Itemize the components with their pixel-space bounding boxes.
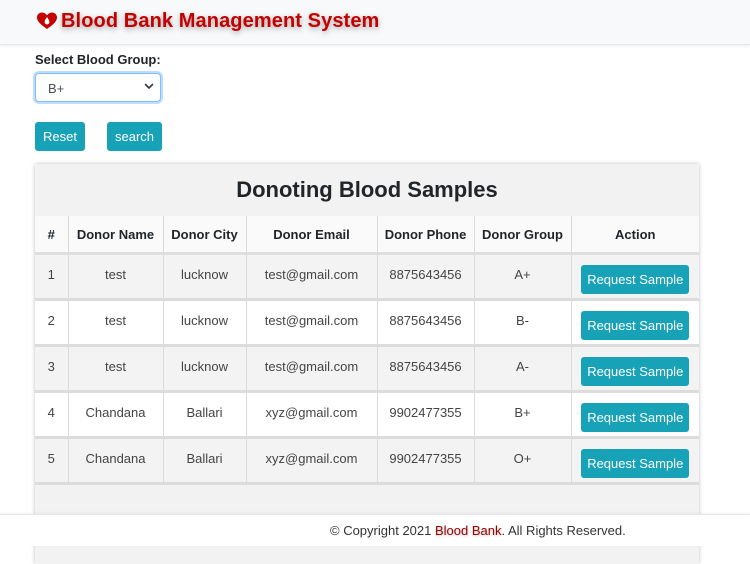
donor-city: Ballari	[163, 437, 247, 485]
app-title: Blood Bank Management System	[61, 9, 380, 32]
column-header: Action	[571, 216, 699, 255]
copyright-text: © Copyright 2021 Blood Bank. All Rights …	[330, 523, 626, 538]
search-button[interactable]: search	[107, 122, 162, 151]
navbar: Blood Bank Management System	[0, 0, 750, 45]
donor-group: A+	[474, 253, 572, 301]
action-cell: Request Sample	[571, 299, 699, 347]
table-row: 1 test lucknow test@gmail.com 8875643456…	[35, 253, 699, 301]
table-title: Donoting Blood Samples	[35, 164, 699, 217]
donor-name: test	[68, 299, 164, 347]
donor-city: lucknow	[163, 299, 247, 347]
donor-email: test@gmail.com	[246, 253, 378, 301]
table-row: 5 Chandana Ballari xyz@gmail.com 9902477…	[35, 437, 699, 485]
chevron-down-icon	[144, 83, 154, 89]
action-cell: Request Sample	[571, 253, 699, 301]
column-header: Donor Name	[68, 216, 164, 255]
blood-group-select[interactable]: B+	[35, 73, 161, 102]
footer-brand-link[interactable]: Blood Bank	[435, 523, 502, 538]
reset-button[interactable]: Reset	[35, 122, 85, 151]
request-sample-button[interactable]: Request Sample	[581, 357, 690, 386]
request-sample-button[interactable]: Request Sample	[581, 311, 690, 340]
donor-phone: 8875643456	[377, 299, 475, 347]
donor-table: # Donor Name Donor City Donor Email Dono…	[35, 216, 699, 485]
action-cell: Request Sample	[571, 345, 699, 393]
donor-city: Ballari	[163, 391, 247, 439]
donor-name: Chandana	[68, 391, 164, 439]
blood-group-selected-value: B+	[48, 81, 65, 96]
donor-group: B+	[474, 391, 572, 439]
donor-email: xyz@gmail.com	[246, 391, 378, 439]
table-row: 4 Chandana Ballari xyz@gmail.com 9902477…	[35, 391, 699, 439]
donor-name: Chandana	[68, 437, 164, 485]
table-row: 2 test lucknow test@gmail.com 8875643456…	[35, 299, 699, 347]
brand-link[interactable]: Blood Bank Management System	[36, 8, 379, 34]
donor-phone: 9902477355	[377, 437, 475, 485]
donor-table-card: Donoting Blood Samples # Donor Name Dono…	[35, 164, 699, 564]
request-sample-button[interactable]: Request Sample	[581, 403, 690, 432]
copyright-prefix: © Copyright 2021	[330, 523, 435, 538]
request-sample-button[interactable]: Request Sample	[581, 265, 690, 294]
donor-email: xyz@gmail.com	[246, 437, 378, 485]
donor-phone: 9902477355	[377, 391, 475, 439]
row-number: 1	[35, 253, 69, 301]
donor-group: O+	[474, 437, 572, 485]
column-header: #	[35, 216, 69, 255]
row-number: 5	[35, 437, 69, 485]
donor-city: lucknow	[163, 253, 247, 301]
donor-phone: 8875643456	[377, 253, 475, 301]
blood-group-label: Select Blood Group:	[35, 52, 161, 67]
footer: © Copyright 2021 Blood Bank. All Rights …	[0, 514, 750, 546]
donor-city: lucknow	[163, 345, 247, 393]
row-number: 2	[35, 299, 69, 347]
request-sample-button[interactable]: Request Sample	[581, 449, 690, 478]
action-cell: Request Sample	[571, 391, 699, 439]
column-header: Donor Group	[474, 216, 572, 255]
donor-email: test@gmail.com	[246, 299, 378, 347]
donor-name: test	[68, 345, 164, 393]
donor-group: A-	[474, 345, 572, 393]
blood-drop-heart-icon	[37, 12, 57, 29]
action-cell: Request Sample	[571, 437, 699, 485]
donor-group: B-	[474, 299, 572, 347]
column-header: Donor City	[163, 216, 247, 255]
donor-phone: 8875643456	[377, 345, 475, 393]
row-number: 3	[35, 345, 69, 393]
donor-name: test	[68, 253, 164, 301]
copyright-suffix: . All Rights Reserved.	[501, 523, 626, 538]
row-number: 4	[35, 391, 69, 439]
table-row: 3 test lucknow test@gmail.com 8875643456…	[35, 345, 699, 393]
table-header-row: # Donor Name Donor City Donor Email Dono…	[35, 216, 699, 255]
column-header: Donor Phone	[377, 216, 475, 255]
column-header: Donor Email	[246, 216, 378, 255]
donor-email: test@gmail.com	[246, 345, 378, 393]
